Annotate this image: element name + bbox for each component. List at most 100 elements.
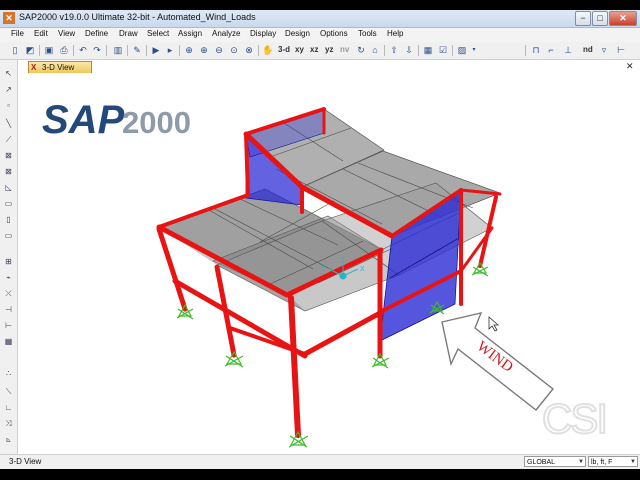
- zoom-window-icon[interactable]: ⊕: [183, 44, 195, 56]
- view-nv-button[interactable]: nv: [340, 45, 349, 54]
- pencil-icon[interactable]: ✎: [131, 44, 143, 56]
- dropdown-arrow-icon[interactable]: ▾: [468, 44, 480, 56]
- menu-analyze[interactable]: Analyze: [212, 29, 240, 38]
- menu-select[interactable]: Select: [147, 29, 169, 38]
- new-model-icon[interactable]: ▯: [9, 44, 21, 56]
- menu-file[interactable]: File: [11, 29, 24, 38]
- grid-icon[interactable]: ▦: [422, 44, 434, 56]
- lock-icon[interactable]: ▥: [112, 44, 124, 56]
- move-up-icon[interactable]: ⇧: [388, 44, 400, 56]
- coord-system-value: GLOBAL: [527, 459, 556, 466]
- zoom-in-icon[interactable]: ⊕: [198, 44, 210, 56]
- draw-rect-area-icon[interactable]: ▭: [3, 198, 14, 209]
- rotate-icon[interactable]: ↻: [355, 44, 367, 56]
- snap-intersection-icon[interactable]: ⤨: [3, 418, 14, 429]
- draw-solid-icon[interactable]: ▭: [3, 230, 14, 241]
- close-button[interactable]: ✕: [609, 11, 637, 26]
- perspective-icon[interactable]: ⌂: [369, 44, 381, 56]
- menu-edit[interactable]: Edit: [34, 29, 48, 38]
- set-display-icon[interactable]: ▨: [456, 44, 468, 56]
- clear-selection-icon[interactable]: ⤫: [3, 288, 14, 299]
- model-viewport[interactable]: SAP 2000 Z X Y WIND CSI: [18, 73, 640, 453]
- view-close-icon[interactable]: ✕: [626, 61, 634, 72]
- toolbar-separator: [418, 45, 419, 56]
- snap-midpoint-icon[interactable]: ∴: [3, 368, 14, 379]
- menu-help[interactable]: Help: [387, 29, 403, 38]
- snap-perpendicular-icon[interactable]: ∟: [3, 402, 14, 413]
- menu-options[interactable]: Options: [320, 29, 348, 38]
- toolbar-separator: [127, 45, 128, 56]
- toolbar-separator: [525, 45, 526, 56]
- restraint-icon[interactable]: ⊥: [562, 44, 574, 56]
- menu-view[interactable]: View: [58, 29, 75, 38]
- check-icon[interactable]: ☑: [437, 44, 449, 56]
- open-icon[interactable]: ◩: [24, 44, 36, 56]
- title-bar: ✕ SAP2000 v19.0.0 Ultimate 32-bit - Auto…: [0, 10, 640, 28]
- toolbar-separator: [39, 45, 40, 56]
- draw-icon[interactable]: ▿: [598, 44, 610, 56]
- zoom-previous-icon[interactable]: ⊗: [243, 44, 255, 56]
- intersect-icon[interactable]: ⊣: [3, 304, 14, 315]
- zoom-all-icon[interactable]: ⊙: [228, 44, 240, 56]
- toolbar-separator: [452, 45, 453, 56]
- step-icon[interactable]: ▸: [164, 44, 176, 56]
- redo-icon[interactable]: ↷: [91, 44, 103, 56]
- menu-draw[interactable]: Draw: [119, 29, 138, 38]
- units-select[interactable]: lb, ft, F ▼: [588, 456, 638, 467]
- snap-icon[interactable]: ⊢: [615, 44, 627, 56]
- view-3d-button[interactable]: 3-d: [278, 45, 290, 54]
- draw-frame-icon[interactable]: ╲: [3, 118, 14, 129]
- menu-design[interactable]: Design: [285, 29, 310, 38]
- view-xy-button[interactable]: xy: [295, 45, 304, 54]
- joint-icon[interactable]: ⌐: [545, 44, 557, 56]
- view-xz-button[interactable]: xz: [310, 45, 318, 54]
- tab-3d-view[interactable]: X 3-D View: [28, 61, 92, 73]
- wind-arrow: WIND: [441, 312, 554, 411]
- run-analysis-icon[interactable]: ▶: [150, 44, 162, 56]
- reshape-icon[interactable]: ↗: [3, 84, 14, 95]
- print-icon[interactable]: ⎙: [58, 44, 70, 56]
- pan-hand-icon[interactable]: ✋: [262, 44, 274, 56]
- frame-section-icon[interactable]: ⊓: [530, 44, 542, 56]
- menu-tools[interactable]: Tools: [358, 29, 377, 38]
- coord-system-select[interactable]: GLOBAL ▼: [524, 456, 586, 467]
- snap-extension-icon[interactable]: ⦝: [3, 434, 14, 445]
- draw-brace-icon[interactable]: ⊠: [3, 166, 14, 177]
- tab-close-icon[interactable]: X: [31, 62, 36, 73]
- axis-y-label: Y: [321, 265, 326, 272]
- minimize-button[interactable]: −: [575, 11, 591, 26]
- right-toolbar-label[interactable]: nd: [583, 45, 593, 54]
- snap-points-icon[interactable]: ⊢: [3, 320, 14, 331]
- view-yz-button[interactable]: yz: [325, 45, 333, 54]
- menu-assign[interactable]: Assign: [178, 29, 202, 38]
- undo-icon[interactable]: ↶: [77, 44, 89, 56]
- origin-marker: [339, 272, 347, 280]
- toolbar-separator: [258, 45, 259, 56]
- draw-cable-icon[interactable]: ⟋: [3, 134, 14, 145]
- draw-joint-icon[interactable]: ▫: [3, 100, 14, 111]
- select-all-icon[interactable]: ⊞: [3, 256, 14, 267]
- pointer-icon[interactable]: ↖: [3, 68, 14, 79]
- support-icon: [371, 352, 390, 369]
- move-down-icon[interactable]: ⇩: [403, 44, 415, 56]
- menu-bar: File Edit View Define Draw Select Assign…: [0, 28, 640, 42]
- get-previous-icon[interactable]: ⌁: [3, 272, 14, 283]
- menu-display[interactable]: Display: [250, 29, 276, 38]
- snap-line-icon[interactable]: ⟍: [3, 386, 14, 397]
- model-canvas[interactable]: SAP 2000 Z X Y WIND CSI: [18, 73, 640, 453]
- units-value: lb, ft, F: [591, 459, 613, 466]
- menu-define[interactable]: Define: [85, 29, 108, 38]
- sap-logo-icon[interactable]: ✕: [3, 12, 15, 24]
- save-icon[interactable]: ▣: [43, 44, 55, 56]
- snap-grid-icon[interactable]: ▦: [3, 336, 14, 347]
- quick-draw-frame-icon[interactable]: ⊠: [3, 150, 14, 161]
- csi-watermark: CSI: [541, 394, 609, 443]
- maximize-button[interactable]: □: [592, 11, 608, 26]
- sap2000-logo: SAP 2000: [42, 98, 191, 142]
- mouse-cursor-icon: [488, 316, 500, 332]
- zoom-out-icon[interactable]: ⊖: [213, 44, 225, 56]
- logo-sap-text: SAP: [42, 98, 125, 142]
- quick-draw-area-icon[interactable]: ▯: [3, 214, 14, 225]
- csi-watermark-text: CSI: [542, 395, 606, 442]
- draw-area-icon[interactable]: ◺: [3, 182, 14, 193]
